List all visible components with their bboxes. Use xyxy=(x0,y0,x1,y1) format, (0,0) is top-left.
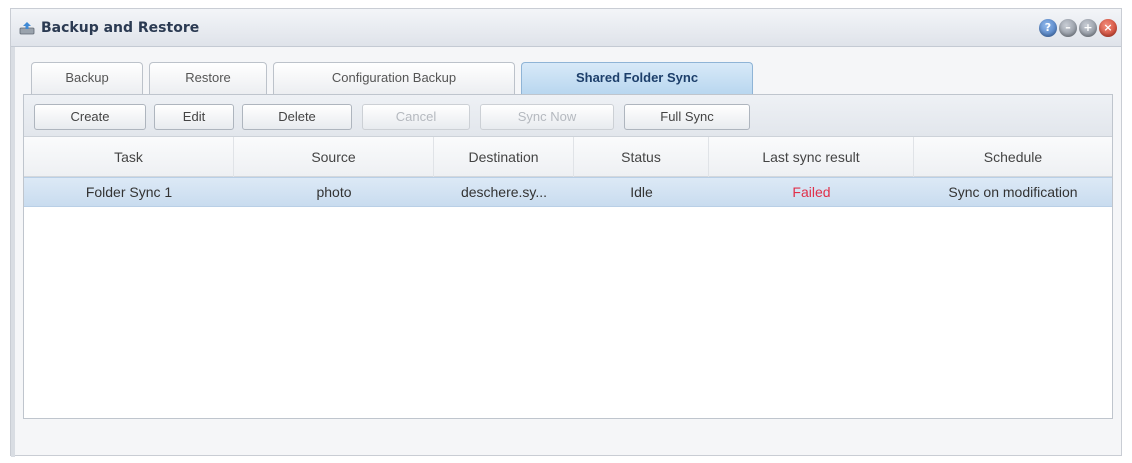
cancel-button[interactable]: Cancel xyxy=(362,104,470,130)
table-header: Task Source Destination Status Last sync… xyxy=(24,137,1112,177)
window-left-border xyxy=(11,47,15,457)
help-icon[interactable]: ? xyxy=(1039,19,1057,37)
toolbar: Create Edit Delete Cancel Sync Now Full … xyxy=(24,95,1112,137)
create-button[interactable]: Create xyxy=(34,104,146,130)
edit-button[interactable]: Edit xyxy=(154,104,234,130)
column-header-status[interactable]: Status xyxy=(574,137,709,177)
backup-restore-window: Backup and Restore ? – + × Backup Restor… xyxy=(10,8,1122,457)
column-header-task[interactable]: Task xyxy=(24,137,234,177)
minimize-icon[interactable]: – xyxy=(1059,19,1077,37)
cell-status: Idle xyxy=(630,184,653,200)
cell-source: photo xyxy=(316,184,352,200)
maximize-icon[interactable]: + xyxy=(1079,19,1097,37)
backup-app-icon xyxy=(19,22,35,35)
column-header-destination[interactable]: Destination xyxy=(434,137,574,177)
window-controls: ? – + × xyxy=(1039,19,1117,37)
cell-destination: deschere.sy... xyxy=(460,184,548,200)
tab-shared-folder-sync[interactable]: Shared Folder Sync xyxy=(521,62,753,95)
sync-now-button[interactable]: Sync Now xyxy=(480,104,614,130)
table-row[interactable]: Folder Sync 1 photo deschere.sy... Idle … xyxy=(24,177,1112,207)
cell-task: Folder Sync 1 xyxy=(85,184,173,200)
tab-configuration-backup[interactable]: Configuration Backup xyxy=(273,62,515,94)
column-header-schedule[interactable]: Schedule xyxy=(914,137,1112,177)
title-bar[interactable]: Backup and Restore ? – + × xyxy=(11,9,1121,47)
tab-restore[interactable]: Restore xyxy=(149,62,267,94)
column-header-source[interactable]: Source xyxy=(234,137,434,177)
close-icon[interactable]: × xyxy=(1099,19,1117,37)
column-header-last-sync-result[interactable]: Last sync result xyxy=(709,137,914,177)
window-title: Backup and Restore xyxy=(41,20,200,36)
delete-button[interactable]: Delete xyxy=(242,104,352,130)
tab-backup[interactable]: Backup xyxy=(31,62,143,94)
full-sync-button[interactable]: Full Sync xyxy=(624,104,750,130)
shared-folder-sync-panel: Create Edit Delete Cancel Sync Now Full … xyxy=(23,94,1113,419)
cell-schedule: Sync on modification xyxy=(948,184,1078,200)
cell-last-sync-result: Failed xyxy=(792,184,831,200)
